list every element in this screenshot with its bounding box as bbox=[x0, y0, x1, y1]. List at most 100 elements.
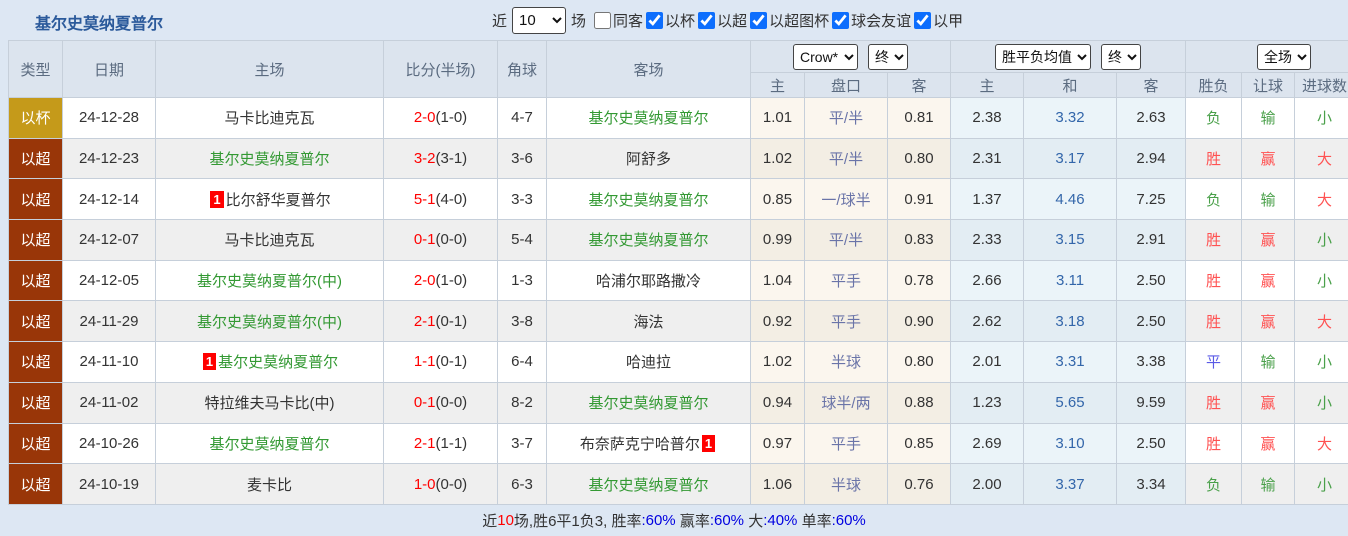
cell-type: 以超 bbox=[8, 219, 63, 261]
cell-odds-handicap: 平手 bbox=[804, 422, 888, 465]
cell-avg-draw: 3.15 bbox=[1023, 219, 1118, 261]
table-row: 以超 24-12-23 基尔史莫纳夏普尔 3-2(3-1) 3-6 阿舒多 1.02 平/半 0… bbox=[8, 137, 1348, 180]
fulltime-score: 5-1 bbox=[413, 190, 436, 208]
recent-count-select[interactable]: 10 bbox=[512, 6, 567, 34]
match-table-body: 以杯 24-12-28 马卡比迪克瓦 2-0(1-0) 4-7 基尔史莫纳夏普尔 1.01 平… bbox=[8, 97, 1348, 505]
odds-stage-select-2[interactable]: 终 bbox=[1101, 43, 1142, 70]
filter-1[interactable]: 以杯 bbox=[646, 10, 695, 31]
cell-type: 以超 bbox=[8, 178, 63, 221]
cell-result-handicap: 输 bbox=[1241, 178, 1296, 221]
fulltime-score: 2-0 bbox=[413, 109, 436, 127]
cell-odds-away: 0.78 bbox=[886, 259, 952, 302]
cell-avg-draw: 5.65 bbox=[1023, 381, 1118, 424]
summary-segment: 场,胜6平1负3, 胜率 bbox=[513, 512, 642, 530]
cell-corners: 6-4 bbox=[497, 341, 547, 383]
cell-date: 24-11-02 bbox=[62, 381, 156, 424]
cell-result-goals: 小 bbox=[1294, 97, 1348, 139]
cell-avg-away: 2.94 bbox=[1116, 137, 1187, 180]
cell-corners: 3-6 bbox=[497, 137, 547, 180]
cell-odds-away: 0.90 bbox=[886, 300, 952, 343]
cell-avg-home: 2.00 bbox=[950, 463, 1025, 505]
team-name: 基尔史莫纳夏普尔 bbox=[588, 395, 709, 413]
cell-away-team: 基尔史莫纳夏普尔 bbox=[546, 178, 751, 221]
cell-result-goals: 小 bbox=[1294, 341, 1348, 383]
team-name: 哈浦尔耶路撒冷 bbox=[595, 273, 701, 291]
cell-home-team: 特拉维夫马卡比(中) bbox=[155, 381, 384, 424]
cell-score: 2-1(0-1) bbox=[383, 300, 498, 343]
fulltime-score: 2-1 bbox=[413, 312, 436, 330]
cell-type: 以超 bbox=[8, 381, 63, 424]
filter-checkbox[interactable] bbox=[750, 11, 768, 29]
cell-avg-home: 2.33 bbox=[950, 219, 1025, 261]
red-card-badge: 1 bbox=[202, 353, 217, 371]
cell-result-handicap: 赢 bbox=[1241, 300, 1296, 343]
cell-odds-away: 0.88 bbox=[886, 381, 952, 424]
cell-odds-handicap: 平手 bbox=[804, 259, 888, 302]
cell-odds-away: 0.85 bbox=[886, 422, 952, 465]
match-table-wrap: 类型 日期 主场 比分(半场) 角球 客场 Crow* 终 胜平负均值 终 全场… bbox=[8, 40, 1348, 505]
average-odds-select[interactable]: 胜平负均值 bbox=[995, 43, 1092, 70]
filter-5[interactable]: 以甲 bbox=[914, 10, 963, 31]
cell-score: 1-0(0-0) bbox=[383, 463, 498, 505]
cell-score: 0-1(0-0) bbox=[383, 381, 498, 424]
filter-label: 以超 bbox=[717, 12, 748, 30]
cell-result-goals: 大 bbox=[1294, 300, 1348, 343]
cell-avg-away: 2.50 bbox=[1116, 422, 1187, 465]
bookmaker-select-cell: Crow* 终 bbox=[749, 40, 952, 73]
filter-checkbox[interactable] bbox=[646, 11, 664, 29]
subcol-header-odds-away: 客 bbox=[886, 72, 952, 98]
cell-avg-away: 3.38 bbox=[1116, 341, 1187, 383]
topbar: 基尔史莫纳夏普尔 近 10 场 同客 以杯 以超 以超图杯 球会友谊 以甲 bbox=[0, 0, 1348, 40]
filter-3[interactable]: 以超图杯 bbox=[750, 10, 829, 31]
halftime-score: (1-0) bbox=[435, 109, 468, 127]
team-name: 基尔史莫纳夏普尔(中) bbox=[197, 273, 342, 291]
filter-2[interactable]: 以超 bbox=[698, 10, 747, 31]
matches-unit-label: 场 bbox=[571, 12, 587, 30]
cell-avg-draw: 3.17 bbox=[1023, 137, 1118, 180]
cell-away-team: 基尔史莫纳夏普尔 bbox=[546, 463, 751, 505]
halftime-score: (1-1) bbox=[435, 434, 468, 452]
cell-avg-draw: 4.46 bbox=[1023, 178, 1118, 221]
cell-avg-away: 3.34 bbox=[1116, 463, 1187, 505]
team-name: 哈迪拉 bbox=[625, 354, 671, 372]
cell-score: 2-0(1-0) bbox=[383, 259, 498, 302]
summary-segment: :40% bbox=[763, 511, 798, 529]
cell-result-goals: 小 bbox=[1294, 463, 1348, 505]
summary-segment: 单率 bbox=[797, 512, 832, 530]
cell-date: 24-10-19 bbox=[62, 463, 156, 505]
table-row: 以超 24-12-14 1 比尔舒华夏普尔 5-1(4-0) 3-3 基尔史莫纳夏普尔 0.8… bbox=[8, 178, 1348, 221]
fulltime-score: 0-1 bbox=[413, 394, 436, 412]
col-header-corners: 角球 bbox=[497, 40, 547, 98]
team-name: 基尔史莫纳夏普尔 bbox=[209, 151, 330, 169]
cell-corners: 8-2 bbox=[497, 381, 547, 424]
cell-odds-home: 0.99 bbox=[750, 219, 805, 261]
team-name: 基尔史莫纳夏普尔(中) bbox=[197, 313, 342, 331]
cell-result-goals: 小 bbox=[1294, 259, 1348, 302]
filter-4[interactable]: 球会友谊 bbox=[832, 10, 911, 31]
fulltime-score: 1-0 bbox=[413, 475, 436, 493]
cell-avg-draw: 3.10 bbox=[1023, 422, 1118, 465]
cell-odds-handicap: 半球 bbox=[804, 463, 888, 505]
filter-checkbox[interactable] bbox=[832, 11, 850, 29]
bookmaker-select[interactable]: Crow* bbox=[793, 43, 859, 70]
cell-odds-home: 1.02 bbox=[750, 341, 805, 383]
filter-0[interactable]: 同客 bbox=[594, 10, 643, 31]
scope-select[interactable]: 全场 bbox=[1257, 43, 1312, 70]
cell-odds-home: 0.85 bbox=[750, 178, 805, 221]
team-name: 基尔史莫纳夏普尔 bbox=[209, 435, 330, 453]
halftime-score: (0-1) bbox=[435, 312, 468, 330]
cell-away-team: 哈浦尔耶路撒冷 bbox=[546, 259, 751, 302]
filter-checkbox[interactable] bbox=[594, 11, 612, 29]
team-name: 布奈萨克宁哈普尔 bbox=[579, 435, 700, 453]
cell-odds-home: 0.97 bbox=[750, 422, 805, 465]
subcol-header-handicap-result: 让球 bbox=[1241, 72, 1296, 98]
cell-result-handicap: 输 bbox=[1241, 341, 1296, 383]
filter-checkbox[interactable] bbox=[698, 11, 716, 29]
odds-stage-select-1[interactable]: 终 bbox=[868, 43, 909, 70]
fulltime-score: 1-1 bbox=[413, 353, 436, 371]
fulltime-score: 3-2 bbox=[413, 150, 436, 168]
filter-checkbox[interactable] bbox=[914, 11, 932, 29]
cell-result-outcome: 负 bbox=[1185, 178, 1243, 221]
cell-away-team: 海法 bbox=[546, 300, 751, 343]
cell-odds-away: 0.81 bbox=[886, 97, 952, 139]
